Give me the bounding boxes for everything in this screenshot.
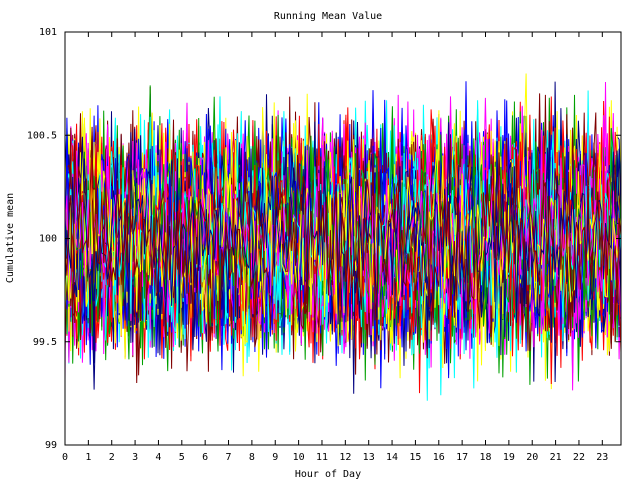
x-tick-label: 22: [573, 452, 585, 463]
x-tick-label: 21: [550, 452, 562, 463]
x-tick-label: 23: [596, 452, 608, 463]
y-tick-label: 100.5: [27, 130, 57, 141]
x-tick-label: 5: [179, 452, 185, 463]
x-tick-label: 6: [202, 452, 208, 463]
y-tick-label: 99.5: [33, 337, 57, 348]
x-tick-label: 10: [293, 452, 305, 463]
x-axis-label: Hour of Day: [295, 469, 361, 480]
chart-title: Running Mean Value: [274, 11, 382, 22]
x-tick-label: 11: [316, 452, 328, 463]
y-axis-label: Cumulative mean: [5, 193, 16, 283]
x-tick-label: 18: [479, 452, 491, 463]
x-tick-label: 4: [155, 452, 161, 463]
x-tick-label: 2: [109, 452, 115, 463]
y-tick-label: 100: [39, 234, 57, 245]
x-tick-label: 15: [409, 452, 421, 463]
x-tick-label: 16: [433, 452, 445, 463]
x-tick-label: 12: [339, 452, 351, 463]
x-tick-label: 7: [226, 452, 232, 463]
x-tick-label: 9: [272, 452, 278, 463]
y-tick-label: 99: [45, 440, 57, 451]
x-tick-label: 17: [456, 452, 468, 463]
x-tick-label: 3: [132, 452, 138, 463]
x-tick-label: 0: [62, 452, 68, 463]
x-tick-label: 19: [503, 452, 515, 463]
x-tick-label: 8: [249, 452, 255, 463]
series-group: [64, 73, 622, 401]
x-tick-label: 14: [386, 452, 398, 463]
x-tick-label: 20: [526, 452, 538, 463]
x-tick-label: 13: [363, 452, 375, 463]
x-tick-label: 1: [85, 452, 91, 463]
y-tick-label: 101: [39, 27, 57, 38]
line-chart: Running Mean Value 0 1 2 3 4 5 6 7 8 9 10 11 12 13 14 1…: [5, 11, 622, 480]
